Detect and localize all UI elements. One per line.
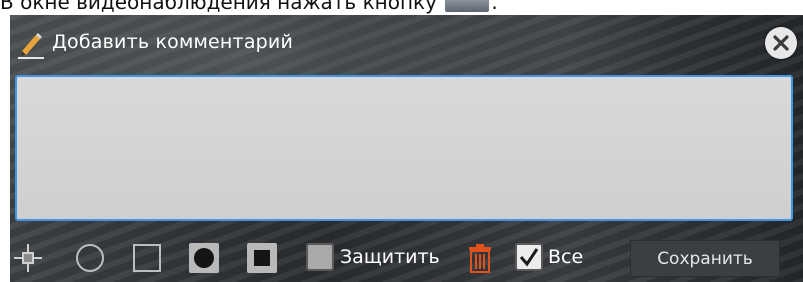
dialog-title: Добавить комментарий <box>52 31 294 53</box>
square-outline-icon[interactable] <box>131 242 163 274</box>
inline-button-icon <box>445 0 490 12</box>
pencil-icon <box>18 33 44 59</box>
comment-input[interactable] <box>15 75 793 221</box>
trash-icon[interactable] <box>464 242 496 274</box>
protect-checkbox[interactable] <box>306 243 334 271</box>
save-button[interactable]: Сохранить <box>630 240 780 277</box>
dialog-header: Добавить комментарий <box>10 15 803 63</box>
close-button[interactable] <box>765 27 797 59</box>
instruction-end: . <box>491 0 498 14</box>
instruction-text: В окне видеонаблюдения нажать кнопку . <box>0 0 498 14</box>
circle-outline-icon[interactable] <box>74 242 106 274</box>
close-icon <box>773 35 789 51</box>
instruction-label: В окне видеонаблюдения нажать кнопку <box>0 0 437 14</box>
square-filled-icon[interactable] <box>246 242 278 274</box>
circle-filled-icon[interactable] <box>188 242 220 274</box>
all-label: Все <box>548 246 584 268</box>
move-cross-icon[interactable] <box>12 242 44 274</box>
all-checkbox[interactable] <box>515 243 543 271</box>
protect-label: Защитить <box>340 246 440 268</box>
checkmark-icon <box>519 248 539 267</box>
drawing-toolbar: Защитить Все Сохранить <box>10 234 803 278</box>
add-comment-panel: Добавить комментарий Защитить Все Сохран… <box>10 15 803 282</box>
